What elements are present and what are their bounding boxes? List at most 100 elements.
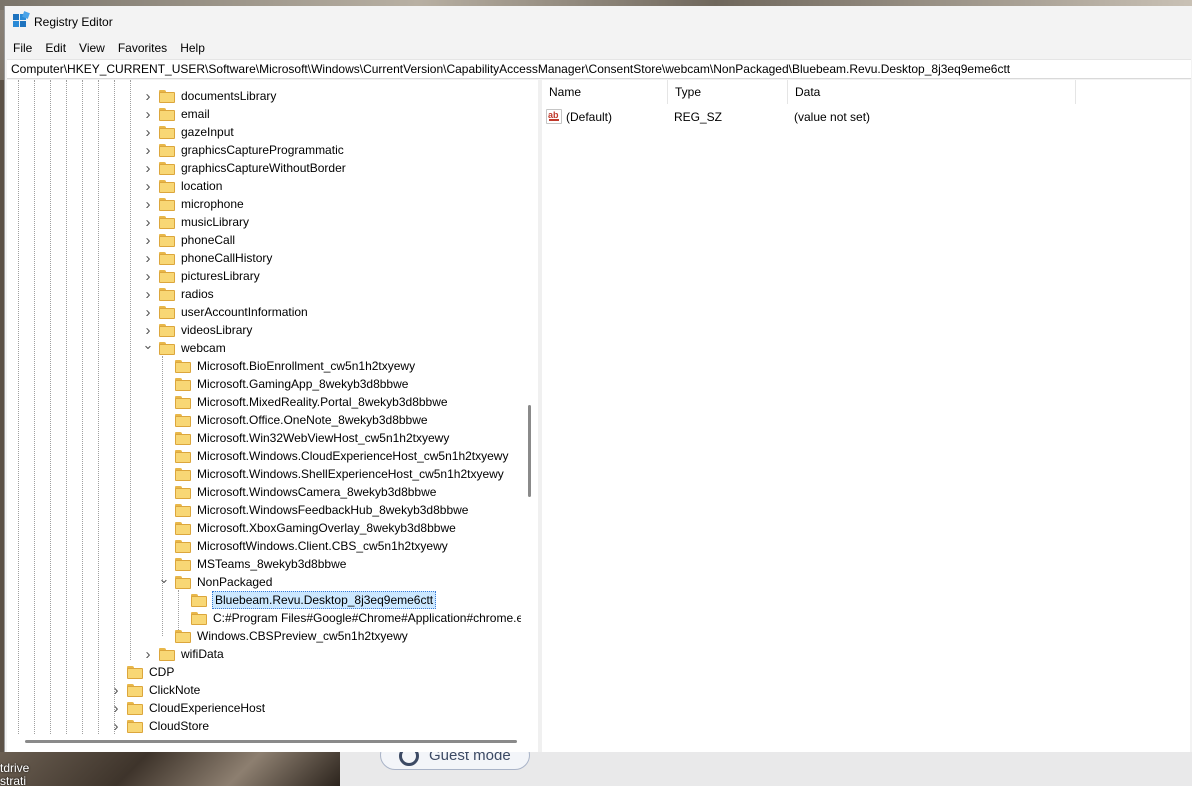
collapse-chevron-icon[interactable]: ⌄	[159, 570, 170, 588]
tree-key[interactable]: › email	[143, 105, 211, 123]
tree-guide-line	[114, 80, 115, 734]
key-tree-pane[interactable]: › documentsLibrary › email › gazeInput › graphi…	[7, 80, 538, 752]
tree-key-label: phoneCallHistory	[181, 251, 273, 265]
menu-file[interactable]: File	[8, 38, 37, 58]
tree-key[interactable]: › radios	[143, 285, 215, 303]
menu-view[interactable]: View	[74, 38, 110, 58]
tree-key[interactable]: Microsoft.Win32WebViewHost_cw5n1h2txyewy	[159, 429, 450, 447]
folder-icon	[159, 341, 175, 355]
expand-chevron-icon[interactable]: ›	[143, 303, 153, 321]
tree-key[interactable]: Microsoft.XboxGamingOverlay_8wekyb3d8bbw…	[159, 519, 457, 537]
expand-chevron-icon[interactable]: ›	[143, 267, 153, 285]
tree-key[interactable]: › wifiData	[143, 645, 225, 663]
tree-key[interactable]: › ClickNote	[111, 681, 201, 699]
tree-key[interactable]: MicrosoftWindows.Client.CBS_cw5n1h2txyew…	[159, 537, 449, 555]
tree-horizontal-scrollbar[interactable]	[25, 740, 517, 743]
tree-guide-line	[18, 80, 19, 734]
tree-key[interactable]: › CloudStore	[111, 717, 210, 735]
tree-key-label: graphicsCaptureWithoutBorder	[181, 161, 346, 175]
tree-key[interactable]: Microsoft.MixedReality.Portal_8wekyb3d8b…	[159, 393, 449, 411]
tree-key-label: location	[181, 179, 223, 193]
folder-icon	[175, 557, 191, 571]
desktop-icon-labels[interactable]: tdrive strati	[0, 762, 29, 786]
tree-key[interactable]: › phoneCallHistory	[143, 249, 273, 267]
expand-chevron-icon[interactable]: ›	[111, 681, 121, 699]
tree-key[interactable]: ⌄ webcam	[143, 336, 227, 357]
column-header-name[interactable]: Name	[542, 80, 668, 104]
tree-key[interactable]: › picturesLibrary	[143, 267, 261, 285]
tree-key[interactable]: › gazeInput	[143, 123, 235, 141]
expand-chevron-icon[interactable]: ›	[143, 213, 153, 231]
tree-key[interactable]: Microsoft.Windows.ShellExperienceHost_cw…	[159, 465, 505, 483]
folder-icon	[175, 377, 191, 391]
tree-guide-line	[50, 80, 51, 734]
tree-key[interactable]: › graphicsCaptureWithoutBorder	[143, 159, 347, 177]
tree-key[interactable]: › CloudExperienceHost	[111, 699, 266, 717]
tree-key[interactable]: Microsoft.GamingApp_8wekyb3d8bbwe	[159, 375, 409, 393]
column-header-type[interactable]: Type	[668, 80, 788, 104]
tree-key[interactable]: C:#Program Files#Google#Chrome#Applicati…	[175, 609, 521, 627]
expand-chevron-icon[interactable]: ›	[143, 87, 153, 105]
tree-key[interactable]: Microsoft.Windows.CloudExperienceHost_cw…	[159, 447, 509, 465]
tree-key[interactable]: › musicLibrary	[143, 213, 250, 231]
tree-key[interactable]: › graphicsCaptureProgrammatic	[143, 141, 345, 159]
value-type: REG_SZ	[674, 110, 723, 124]
expand-chevron-icon[interactable]: ›	[143, 285, 153, 303]
expand-chevron-icon[interactable]: ›	[111, 717, 121, 735]
expand-chevron-icon[interactable]: ›	[143, 645, 153, 663]
collapse-chevron-icon[interactable]: ⌄	[143, 336, 154, 354]
tree-key[interactable]: › userAccountInformation	[143, 303, 309, 321]
expand-chevron-icon[interactable]: ›	[143, 195, 153, 213]
expand-chevron-icon[interactable]: ›	[111, 699, 121, 717]
tree-key-label: ClickNote	[149, 683, 201, 697]
expand-chevron-icon[interactable]: ›	[143, 141, 153, 159]
tree-key-label: Microsoft.WindowsCamera_8wekyb3d8bbwe	[197, 485, 437, 499]
tree-key-label: Microsoft.Office.OneNote_8wekyb3d8bbwe	[197, 413, 428, 427]
expand-chevron-icon[interactable]: ›	[143, 177, 153, 195]
folder-icon	[159, 143, 175, 157]
tree-key[interactable]: MSTeams_8wekyb3d8bbwe	[159, 555, 347, 573]
title-bar[interactable]: Registry Editor	[5, 6, 1192, 38]
tree-key[interactable]: › videosLibrary	[143, 321, 253, 339]
address-bar[interactable]: Computer\HKEY_CURRENT_USER\Software\Micr…	[7, 59, 1191, 79]
values-pane[interactable]: Name Type Data ab (Default) REG_SZ (valu…	[542, 80, 1190, 752]
expand-chevron-icon[interactable]: ›	[143, 249, 153, 267]
value-data: (value not set)	[794, 110, 871, 124]
tree-key-label: MSTeams_8wekyb3d8bbwe	[197, 557, 347, 571]
column-header-data[interactable]: Data	[788, 80, 1076, 104]
tree-key[interactable]: › documentsLibrary	[143, 87, 277, 105]
expand-chevron-icon[interactable]: ›	[143, 105, 153, 123]
tree-key[interactable]: › location	[143, 177, 223, 195]
registry-editor-icon	[13, 11, 30, 30]
expand-chevron-icon[interactable]: ›	[143, 231, 153, 249]
desktop-icon-label-2: strati	[0, 774, 27, 786]
folder-icon	[191, 611, 207, 625]
tree-key[interactable]: ⌄ NonPackaged	[159, 570, 273, 591]
folder-icon	[127, 683, 143, 697]
value-row-default[interactable]: ab (Default) REG_SZ (value not set)	[542, 108, 1182, 126]
tree-key[interactable]: Windows.CBSPreview_cw5n1h2txyewy	[159, 627, 409, 645]
tree-key-label: picturesLibrary	[181, 269, 260, 283]
folder-icon	[191, 593, 207, 607]
menu-favorites[interactable]: Favorites	[113, 38, 172, 58]
expand-chevron-icon[interactable]: ›	[143, 123, 153, 141]
menu-help[interactable]: Help	[175, 38, 210, 58]
tree-key-label: C:#Program Files#Google#Chrome#Applicati…	[213, 611, 521, 625]
tree-key[interactable]: Microsoft.Office.OneNote_8wekyb3d8bbwe	[159, 411, 429, 429]
tree-vertical-scrollbar[interactable]	[528, 405, 531, 497]
expand-chevron-icon[interactable]: ›	[143, 159, 153, 177]
tree-key[interactable]: › microphone	[143, 195, 245, 213]
tree-key-label: Microsoft.WindowsFeedbackHub_8wekyb3d8bb…	[197, 503, 469, 517]
folder-icon	[127, 701, 143, 715]
menu-edit[interactable]: Edit	[40, 38, 71, 58]
tree-key[interactable]: Microsoft.WindowsCamera_8wekyb3d8bbwe	[159, 483, 437, 501]
tree-key[interactable]: CDP	[111, 663, 175, 681]
folder-icon	[175, 359, 191, 373]
tree-key[interactable]: › phoneCall	[143, 231, 236, 249]
tree-key-selected[interactable]: Bluebeam.Revu.Desktop_8j3eq9eme6ctt	[175, 591, 437, 609]
tree-key[interactable]: Microsoft.WindowsFeedbackHub_8wekyb3d8bb…	[159, 501, 469, 519]
tree-key[interactable]: Microsoft.BioEnrollment_cw5n1h2txyewy	[159, 357, 416, 375]
